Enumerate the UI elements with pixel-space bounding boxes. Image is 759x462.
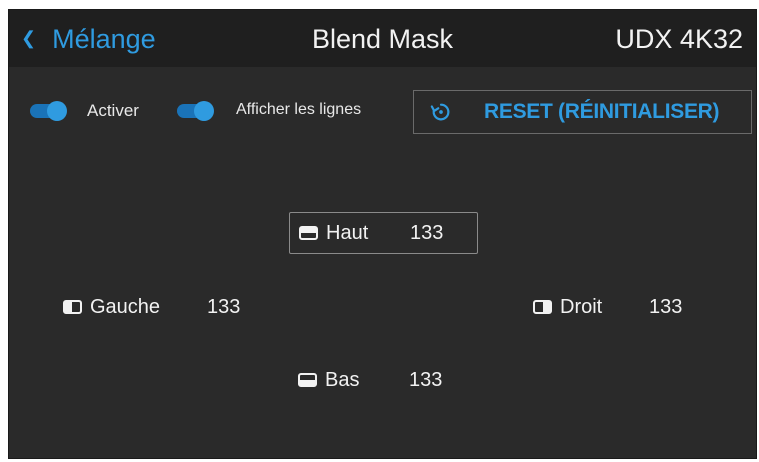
field-gauche-label: Gauche [90,295,161,318]
field-droit[interactable]: Droit 133 [533,292,733,322]
blend-mask-screen: ❮ Mélange Blend Mask UDX 4K32 Activer Af… [8,9,757,459]
field-droit-value: 133 [649,295,683,318]
toggle-afficher-lignes-label: Afficher les lignes [236,101,362,118]
header-bar: ❮ Mélange Blend Mask UDX 4K32 [9,10,756,67]
field-gauche-value: 133 [207,295,241,318]
edge-top-icon [299,226,318,240]
field-haut-value: 133 [410,221,444,244]
field-gauche[interactable]: Gauche 133 [63,292,263,322]
toggle-knob [194,101,214,121]
field-bas-value: 133 [409,368,443,391]
field-haut-label: Haut [326,221,369,244]
device-name: UDX 4K32 [615,24,743,54]
toggle-knob [47,101,67,121]
edge-right-icon [533,300,552,314]
field-bas-label: Bas [325,368,360,391]
reset-button[interactable]: RESET (RÉINITIALISER) [413,90,752,134]
reset-label: RESET (RÉINITIALISER) [484,100,720,123]
edge-left-icon [63,300,82,314]
field-bas[interactable]: Bas 133 [298,365,478,395]
field-droit-label: Droit [560,295,603,318]
toggle-afficher-lignes[interactable] [177,101,214,121]
field-haut[interactable]: Haut 133 [289,212,478,254]
reset-icon [430,103,450,121]
edge-bottom-icon [298,373,317,387]
toggle-activer-label: Activer [87,101,139,120]
toggle-activer[interactable] [30,101,67,121]
